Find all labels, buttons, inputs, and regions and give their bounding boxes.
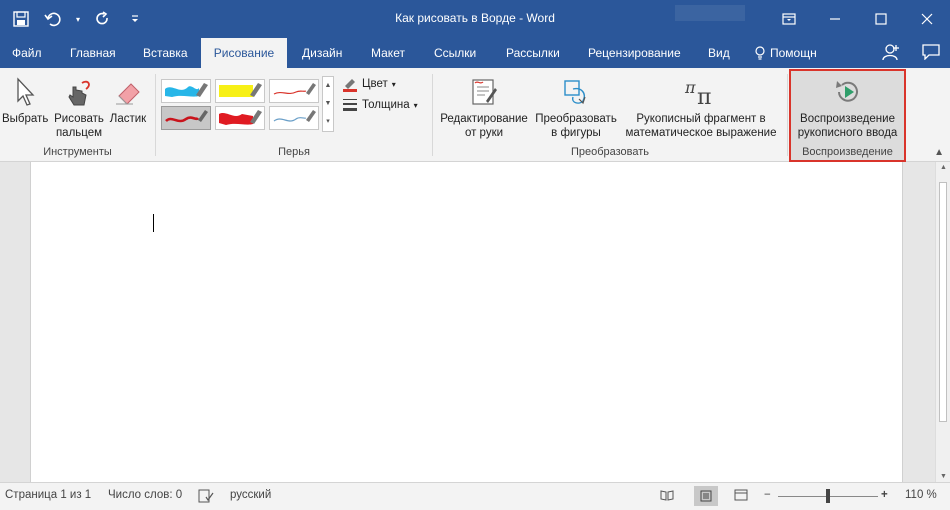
group-separator xyxy=(432,74,433,156)
tab-file[interactable]: Файл xyxy=(6,38,48,68)
print-layout-icon[interactable] xyxy=(694,486,718,506)
document-page[interactable] xyxy=(30,162,903,482)
eraser-button[interactable]: Ластик xyxy=(107,72,149,126)
scroll-up-icon[interactable]: ▲ xyxy=(936,164,950,171)
replay-icon xyxy=(835,81,858,102)
pens-gallery-scroll[interactable]: ▲ ▼ ▾ xyxy=(322,76,334,132)
pen-swatch-yellow-highlighter[interactable] xyxy=(215,79,265,103)
minimize-icon[interactable] xyxy=(812,0,858,38)
svg-text:π: π xyxy=(684,78,696,97)
cursor-arrow-icon xyxy=(17,77,35,106)
ink-to-math-label-1: Рукописный фрагмент в xyxy=(636,113,766,125)
tab-layout[interactable]: Макет xyxy=(365,38,411,68)
pen-swatch-cyan-highlighter[interactable] xyxy=(161,79,211,103)
scroll-thumb[interactable] xyxy=(939,182,947,422)
tell-me-label: Помощн xyxy=(770,46,817,60)
gallery-down-icon[interactable]: ▼ xyxy=(323,95,333,113)
finger-draw-icon xyxy=(68,80,90,106)
svg-text:π: π xyxy=(697,85,711,107)
gallery-up-icon[interactable]: ▲ xyxy=(323,77,333,95)
pen-swatch-red-medium[interactable] xyxy=(161,106,211,130)
draw-finger-label-1: Рисовать xyxy=(54,113,104,125)
pen-swatch-blue-thin[interactable] xyxy=(269,106,319,130)
text-cursor xyxy=(153,214,154,232)
eraser-icon xyxy=(116,83,140,105)
thickness-button[interactable]: Толщина ▾ xyxy=(342,98,418,112)
zoom-in-button[interactable]: + xyxy=(881,489,888,501)
replay-group-label: Воспроизведение xyxy=(802,146,893,158)
maximize-icon[interactable] xyxy=(858,0,904,38)
pen-swatch-red-highlighter[interactable] xyxy=(215,106,265,130)
proofing-icon[interactable] xyxy=(198,489,214,506)
color-button[interactable]: Цвет ▾ xyxy=(342,76,396,92)
tab-mailings[interactable]: Рассылки xyxy=(500,38,566,68)
ink-editor-label-2: от руки xyxy=(464,127,504,139)
ink-editor-label-1: Редактирование xyxy=(440,113,528,125)
vertical-scrollbar[interactable]: ▲ ▼ xyxy=(935,162,950,482)
pen-swatch-red-thin[interactable] xyxy=(269,79,319,103)
ink-editor-button[interactable]: Редактирование от руки xyxy=(436,72,532,140)
convert-group-label: Преобразовать xyxy=(570,146,650,158)
close-icon[interactable] xyxy=(904,0,950,38)
share-user-icon[interactable] xyxy=(882,43,900,61)
select-label: Выбрать xyxy=(2,113,49,125)
scroll-down-icon[interactable]: ▼ xyxy=(936,473,950,480)
thickness-dropdown-icon: ▾ xyxy=(413,100,418,110)
tab-view[interactable]: Вид xyxy=(702,38,736,68)
tab-references[interactable]: Ссылки xyxy=(428,38,482,68)
ink-to-shape-icon xyxy=(564,80,586,105)
pi-icon: ππ xyxy=(684,78,711,107)
ink-to-shape-button[interactable]: Преобразовать в фигуры xyxy=(532,72,620,140)
ink-to-math-button[interactable]: ππ Рукописный фрагмент в математическое … xyxy=(620,72,782,140)
window-controls xyxy=(766,0,950,38)
draw-with-finger-button[interactable]: Рисовать пальцем xyxy=(52,72,106,140)
thickness-label: Толщина xyxy=(362,99,410,111)
tab-home[interactable]: Главная xyxy=(64,38,122,68)
lightbulb-icon xyxy=(755,46,765,60)
ink-replay-label-2: рукописного ввода xyxy=(797,127,898,139)
zoom-slider-thumb[interactable] xyxy=(826,489,830,503)
comments-icon[interactable] xyxy=(922,44,940,60)
tab-bar-right xyxy=(882,43,940,61)
pen-color-icon xyxy=(343,79,357,92)
tools-group-label: Инструменты xyxy=(43,146,112,158)
zoom-level[interactable]: 110 % xyxy=(905,489,937,501)
gallery-more-icon[interactable]: ▾ xyxy=(323,113,333,131)
ribbon-display-options-icon[interactable] xyxy=(766,0,812,38)
read-mode-icon[interactable] xyxy=(660,489,674,504)
pens-group-label: Перья xyxy=(278,146,310,158)
ribbon-tab-bar: Файл Главная Вставка Рисование Дизайн Ма… xyxy=(0,38,950,68)
ink-editor-icon xyxy=(472,79,497,105)
status-bar: Страница 1 из 1 Число слов: 0 русский − … xyxy=(0,482,950,510)
ink-to-shape-label-2: в фигуры xyxy=(551,127,601,139)
tab-review[interactable]: Рецензирование xyxy=(582,38,687,68)
web-layout-icon[interactable] xyxy=(734,489,748,504)
ink-replay-label-1: Воспроизведение xyxy=(800,113,895,125)
collapse-ribbon-icon[interactable]: ▲ xyxy=(934,147,944,158)
tab-insert[interactable]: Вставка xyxy=(137,38,194,68)
color-dropdown-icon: ▾ xyxy=(391,79,396,89)
ink-to-shape-label-1: Преобразовать xyxy=(535,113,617,125)
word-count[interactable]: Число слов: 0 xyxy=(108,489,182,501)
line-thickness-icon xyxy=(343,99,357,111)
select-button[interactable]: Выбрать xyxy=(2,72,48,126)
pens-gallery xyxy=(161,76,319,132)
page-count[interactable]: Страница 1 из 1 xyxy=(5,489,91,501)
zoom-out-button[interactable]: − xyxy=(764,489,771,501)
tab-draw[interactable]: Рисование xyxy=(201,38,287,68)
eraser-label: Ластик xyxy=(109,113,147,125)
tab-design[interactable]: Дизайн xyxy=(296,38,348,68)
ink-to-math-label-2: математическое выражение xyxy=(625,127,777,139)
group-separator xyxy=(787,74,788,156)
draw-finger-label-2: пальцем xyxy=(55,127,103,139)
language-indicator[interactable]: русский xyxy=(230,489,271,501)
color-label: Цвет xyxy=(362,78,388,90)
title-bar: ▾ Как рисовать в Ворде - Word xyxy=(0,0,950,38)
ink-replay-button[interactable]: Воспроизведение рукописного ввода xyxy=(789,72,906,140)
group-separator xyxy=(155,74,156,156)
tell-me-box[interactable]: Помощн xyxy=(748,38,823,68)
